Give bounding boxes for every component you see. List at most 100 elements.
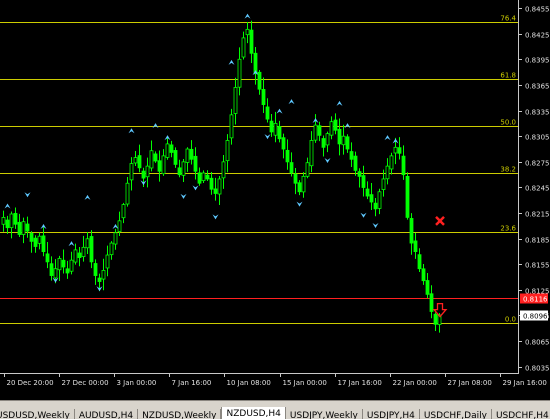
fib-level-label: 61.8	[500, 72, 516, 80]
candle-body	[281, 137, 286, 150]
red-level-badge-label: 0.8116	[523, 296, 548, 304]
candle-body	[317, 125, 322, 136]
candle-body	[213, 188, 218, 194]
candle-body	[173, 150, 178, 165]
time-tick-label: 3 Jan 00:00	[117, 379, 157, 387]
price-tick-label: 0.8215	[525, 211, 550, 219]
candle-body	[45, 253, 50, 263]
candle-body	[289, 162, 294, 174]
candle-body	[181, 161, 186, 176]
candle-body	[353, 155, 358, 171]
candle-body	[145, 165, 150, 178]
candle-body	[201, 172, 206, 182]
candle-body	[205, 174, 210, 180]
candle-body	[53, 268, 58, 279]
candle-body	[149, 150, 154, 169]
candle-body	[209, 177, 214, 190]
candle-body	[121, 204, 126, 219]
price-tick-label: 0.8425	[525, 32, 550, 40]
time-tick-label: 7 Jan 16:00	[172, 379, 212, 387]
candle-body	[421, 268, 426, 282]
candle-body	[301, 175, 306, 193]
candle-body	[329, 121, 334, 136]
candle-body	[21, 221, 26, 235]
time-tick-label: 27 Dec 00:00	[62, 379, 109, 387]
candle-body	[221, 161, 226, 179]
candle-body	[25, 223, 30, 232]
candle-body	[197, 172, 202, 184]
candle-body	[413, 240, 418, 253]
time-tick-label: 27 Jan 08:00	[448, 379, 492, 387]
candle-body	[1, 217, 6, 225]
candle-body	[409, 218, 414, 244]
candle-body	[65, 268, 70, 274]
candle-body	[321, 138, 326, 148]
candle-body	[433, 313, 438, 325]
candle-body	[141, 170, 146, 179]
candle-body	[161, 155, 166, 175]
price-chart[interactable]: 76.4 61.8 50.0 38.2 23.6 0.0 0.8455 0.8425 0.83…	[0, 0, 550, 400]
candle-body	[373, 202, 378, 210]
fib-level-label: 76.4	[500, 15, 516, 23]
candle-body	[177, 167, 182, 176]
candle-body	[325, 133, 330, 146]
candle-body	[269, 120, 274, 133]
candle-body	[305, 162, 310, 177]
price-tick-label: 0.8035	[525, 365, 550, 373]
candle-body	[169, 144, 174, 153]
candle-body	[101, 270, 106, 280]
candle-body	[153, 153, 158, 162]
price-tick-label: 0.8335	[525, 109, 550, 117]
candle-body	[285, 149, 290, 163]
candle-body	[85, 238, 90, 249]
current-price-badge: 0.8096	[520, 310, 548, 321]
candle-body	[345, 136, 350, 150]
chart-tab[interactable]: USDUSD,Weekly	[0, 409, 75, 419]
candle-body	[385, 165, 390, 180]
time-tick-label: 29 Jan 16:00	[503, 379, 547, 387]
candle-body	[333, 119, 338, 131]
fib-level-label: 0.0	[505, 316, 516, 324]
candle-body	[341, 135, 346, 146]
candle-body	[365, 188, 370, 197]
candle-body	[89, 236, 94, 263]
candle-body	[109, 242, 114, 256]
chart-tab[interactable]: USDJPY,Weekly	[285, 409, 363, 419]
chart-tab[interactable]: AUDUSD,H4	[74, 409, 139, 419]
candle-body	[277, 126, 282, 140]
candle-body	[97, 277, 102, 282]
candle-body	[429, 293, 434, 312]
candle-body	[357, 171, 362, 177]
candle-body	[61, 259, 66, 268]
candle-body	[217, 178, 222, 195]
candle-body	[397, 147, 402, 154]
time-tick-label: 22 Jan 00:00	[393, 379, 437, 387]
time-tick-label: 20 Dec 20:00	[7, 379, 54, 387]
candle-body	[129, 163, 134, 181]
candle-body	[401, 155, 406, 176]
chart-tab[interactable]: NZDUSD,H4	[221, 407, 286, 419]
chart-tab[interactable]: USDCHF,H4	[491, 409, 550, 419]
fib-level-label: 23.6	[500, 225, 516, 233]
price-tick-label: 0.8155	[525, 262, 550, 270]
candle-body	[377, 191, 382, 209]
chart-tab[interactable]: USDJPY,H4	[362, 409, 420, 419]
candle-body	[37, 235, 42, 244]
candle-body	[297, 182, 302, 193]
candle-body	[49, 263, 54, 276]
chart-background	[0, 0, 550, 400]
candle-body	[237, 58, 242, 88]
candle-body	[93, 263, 98, 276]
candle-body	[29, 232, 34, 242]
candle-body	[9, 213, 14, 229]
time-tick-label: 10 Jan 08:00	[227, 379, 271, 387]
price-tick-label: 0.8185	[525, 237, 550, 245]
price-tick-label: 0.8065	[525, 339, 550, 347]
fib-level-label: 50.0	[500, 119, 516, 127]
candle-body	[361, 175, 366, 188]
chart-tab[interactable]: NZDUSD,Weekly	[138, 409, 222, 419]
candle-body	[249, 29, 254, 54]
chart-tab[interactable]: USDCHF,Daily	[419, 409, 492, 419]
chart-tabs-bar: USDUSD,Weekly AUDUSD,H4 NZDUSD,Weekly NZDUS…	[0, 400, 550, 419]
price-tick-label: 0.8275	[525, 160, 550, 168]
